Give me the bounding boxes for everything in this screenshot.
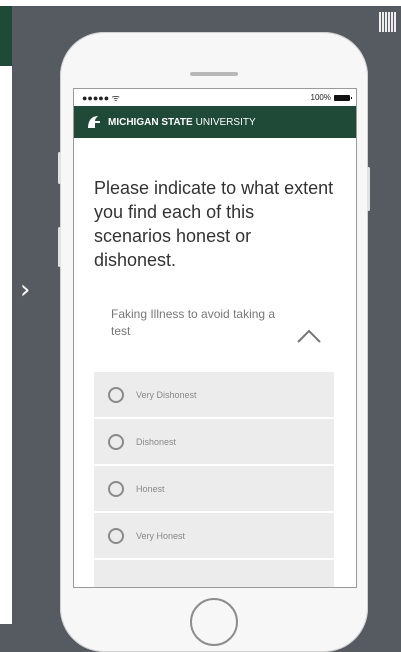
brand-tab (0, 6, 12, 66)
option-dishonest[interactable]: Dishonest (94, 419, 334, 464)
radio-button[interactable] (108, 386, 124, 403)
phone-frame: ●●●●● ᯤ 100% MICHIGAN STATE UNIVERSITY P… (58, 32, 370, 652)
brand-name-light: UNIVERSITY (195, 116, 256, 128)
phone-speaker (190, 72, 238, 76)
phone-side-button (58, 152, 61, 184)
option-very-honest[interactable]: Very Honest (94, 513, 334, 558)
phone-screen: ●●●●● ᯤ 100% MICHIGAN STATE UNIVERSITY P… (73, 88, 357, 588)
radio-button[interactable] (108, 433, 124, 450)
option-label: Honest (136, 483, 165, 494)
radio-button[interactable] (108, 480, 124, 497)
battery-status: 100% (310, 93, 352, 102)
question-text: Please indicate to what extent you find … (94, 178, 334, 270)
university-header: MICHIGAN STATE UNIVERSITY (74, 106, 356, 138)
subquestion-text: Faking Illness to avoid taking a test (111, 307, 276, 338)
chevron-right-icon: › (20, 275, 31, 305)
next-arrow-button[interactable]: › (20, 275, 42, 305)
options-filler (94, 560, 334, 587)
subquestion-accordion[interactable]: Faking Illness to avoid taking a test (74, 306, 356, 358)
top-band (0, 0, 401, 6)
option-label: Dishonest (136, 436, 177, 447)
option-label: Very Honest (136, 530, 186, 541)
status-bar: ●●●●● ᯤ 100% (74, 89, 356, 106)
battery-icon (334, 94, 352, 101)
left-edge-panel (0, 66, 12, 624)
qr-code-icon (379, 12, 397, 32)
home-button[interactable] (190, 598, 238, 646)
option-label: Very Dishonest (136, 389, 197, 400)
option-very-dishonest[interactable]: Very Dishonest (94, 372, 334, 417)
phone-side-button (367, 167, 370, 211)
signal-wifi-icon: ●●●●● ᯤ (82, 93, 120, 103)
answer-options: Very Dishonest Dishonest Honest Very Hon… (94, 372, 334, 587)
phone-side-button (58, 227, 61, 267)
chevron-up-icon[interactable] (296, 328, 322, 344)
option-honest[interactable]: Honest (94, 466, 334, 511)
radio-button[interactable] (108, 527, 124, 544)
spartan-helmet-icon (88, 116, 100, 128)
brand-name-bold: MICHIGAN STATE (108, 116, 193, 128)
battery-label: 100% (310, 93, 331, 102)
